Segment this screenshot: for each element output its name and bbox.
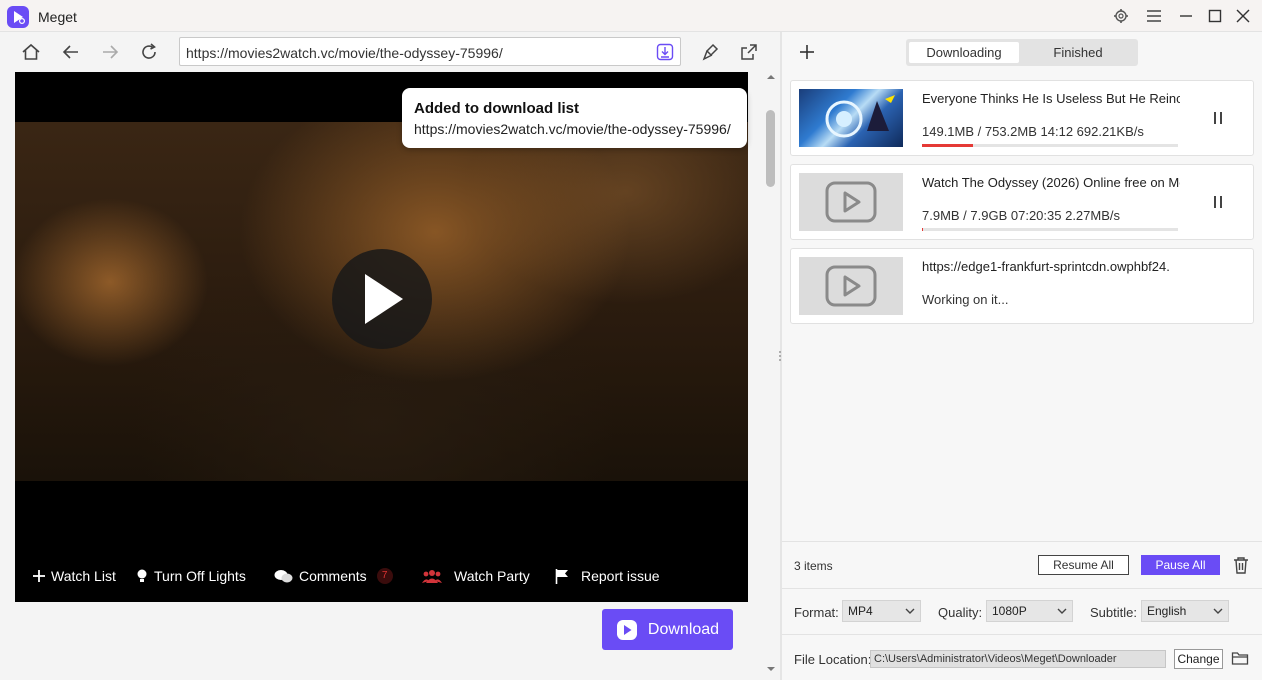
download-item-title: https://edge1-frankfurt-sprintcdn.owphbf… <box>922 259 1170 274</box>
open-external-icon[interactable] <box>734 38 764 66</box>
maximize-icon[interactable] <box>1201 4 1229 28</box>
format-label: Format: <box>794 605 839 620</box>
home-icon[interactable] <box>16 38 46 66</box>
download-item-title: Watch The Odyssey (2026) Online free on … <box>922 175 1180 190</box>
comments-count-badge: 7 <box>376 568 393 584</box>
scroll-down-icon[interactable] <box>764 664 778 674</box>
subtitle-label: Subtitle: <box>1090 605 1137 620</box>
close-icon[interactable] <box>1229 4 1257 28</box>
download-progress-fill <box>922 228 924 231</box>
format-select[interactable]: MP4 <box>842 600 921 622</box>
back-arrow-icon[interactable] <box>56 38 86 66</box>
downloader-pane: Downloading Finished Everyone Thinks He … <box>782 32 1262 680</box>
clean-brush-icon[interactable] <box>696 38 726 66</box>
download-item-stats: 7.9MB / 7.9GB 07:20:35 2.27MB/s <box>922 208 1121 223</box>
chevron-down-icon <box>1213 608 1223 614</box>
hamburger-menu-icon[interactable] <box>1140 4 1168 28</box>
file-location-bar: File Location: C:\Users\Administrator\Vi… <box>782 634 1262 680</box>
download-button[interactable]: Download <box>602 609 733 650</box>
turn-off-lights-label: Turn Off Lights <box>154 568 246 584</box>
forward-arrow-icon[interactable] <box>95 38 125 66</box>
app-title: Meget <box>38 9 77 25</box>
folder-icon[interactable] <box>1231 650 1249 666</box>
scroll-up-icon[interactable] <box>764 72 778 82</box>
subtitle-select[interactable]: English <box>1141 600 1229 622</box>
format-value: MP4 <box>848 604 873 618</box>
resume-all-button[interactable]: Resume All <box>1038 555 1129 575</box>
browser-scroll-thumb[interactable] <box>766 110 775 187</box>
comments-icon <box>274 569 293 582</box>
comments-label: Comments <box>299 568 367 584</box>
turn-off-lights-button[interactable]: Turn Off Lights <box>136 568 246 584</box>
download-item[interactable]: Watch The Odyssey (2026) Online free on … <box>790 164 1254 240</box>
output-options: Format: MP4 Quality: 1080P Subtitle: Eng… <box>782 588 1262 634</box>
minimize-icon[interactable] <box>1172 4 1200 28</box>
add-icon[interactable] <box>796 41 818 63</box>
download-to-list-icon[interactable] <box>656 43 674 61</box>
download-item[interactable]: https://edge1-frankfurt-sprintcdn.owphbf… <box>790 248 1254 324</box>
report-issue-button[interactable]: Report issue <box>555 568 660 584</box>
download-item-stats: 149.1MB / 753.2MB 14:12 692.21KB/s <box>922 124 1144 139</box>
subtitle-value: English <box>1147 604 1187 618</box>
file-location-label: File Location: <box>794 652 872 667</box>
watch-party-button[interactable]: Watch Party <box>422 568 530 584</box>
gear-icon[interactable] <box>1107 4 1135 28</box>
chevron-down-icon <box>1057 608 1067 614</box>
watch-list-label: Watch List <box>51 568 116 584</box>
chevron-down-icon <box>905 608 915 614</box>
reload-icon[interactable] <box>134 38 164 66</box>
watch-party-label: Watch Party <box>454 568 530 584</box>
anime-thumbnail <box>799 89 903 147</box>
tab-downloading[interactable]: Downloading <box>909 42 1019 63</box>
report-issue-label: Report issue <box>581 568 660 584</box>
download-progress-bar <box>922 144 1178 147</box>
download-button-label: Download <box>647 620 720 638</box>
download-tabs: Downloading Finished <box>906 39 1138 66</box>
watch-list-button[interactable]: Watch List <box>33 568 116 584</box>
tab-finished[interactable]: Finished <box>1023 42 1133 63</box>
lightbulb-icon <box>137 569 147 582</box>
comments-button[interactable]: Comments 7 <box>274 568 393 584</box>
download-progress-bar <box>922 228 1178 231</box>
quality-select[interactable]: 1080P <box>986 600 1073 622</box>
download-progress-fill <box>922 144 973 147</box>
users-icon <box>422 570 442 583</box>
quality-label: Quality: <box>938 605 983 620</box>
plus-icon <box>33 570 45 582</box>
video-player[interactable] <box>15 72 748 602</box>
pause-icon[interactable] <box>1211 111 1225 127</box>
change-location-button[interactable]: Change <box>1174 649 1223 669</box>
browser-pane: https://movies2watch.vc/movie/the-odysse… <box>0 32 780 680</box>
download-item[interactable]: Everyone Thinks He Is Useless But He Rei… <box>790 80 1254 156</box>
play-icon <box>365 274 403 324</box>
url-bar[interactable]: https://movies2watch.vc/movie/the-odysse… <box>179 37 681 66</box>
toast-url: https://movies2watch.vc/movie/the-odysse… <box>414 121 731 137</box>
title-bar: Meget <box>0 0 1262 32</box>
video-placeholder-icon <box>799 257 903 315</box>
video-placeholder-icon <box>799 173 903 231</box>
trash-icon[interactable] <box>1232 556 1250 574</box>
flag-icon <box>555 568 568 584</box>
video-action-bar: Watch List Turn Off Lights Comments 7 Wa… <box>15 560 748 594</box>
pause-icon[interactable] <box>1211 195 1225 211</box>
download-toast: Added to download list https://movies2wa… <box>402 88 747 148</box>
meget-logo-icon <box>616 619 637 640</box>
items-count: 3 items <box>794 559 833 573</box>
url-text[interactable]: https://movies2watch.vc/movie/the-odysse… <box>186 45 503 61</box>
download-item-status: Working on it... <box>922 292 1009 307</box>
toast-title: Added to download list <box>414 100 579 117</box>
file-location-input[interactable]: C:\Users\Administrator\Videos\Meget\Down… <box>870 650 1166 668</box>
items-toolbar: 3 items Resume All Pause All <box>782 541 1262 587</box>
play-button[interactable] <box>332 249 432 349</box>
pause-all-button[interactable]: Pause All <box>1141 555 1220 575</box>
download-item-title: Everyone Thinks He Is Useless But He Rei… <box>922 91 1180 106</box>
app-logo-icon <box>7 6 29 28</box>
quality-value: 1080P <box>992 604 1027 618</box>
